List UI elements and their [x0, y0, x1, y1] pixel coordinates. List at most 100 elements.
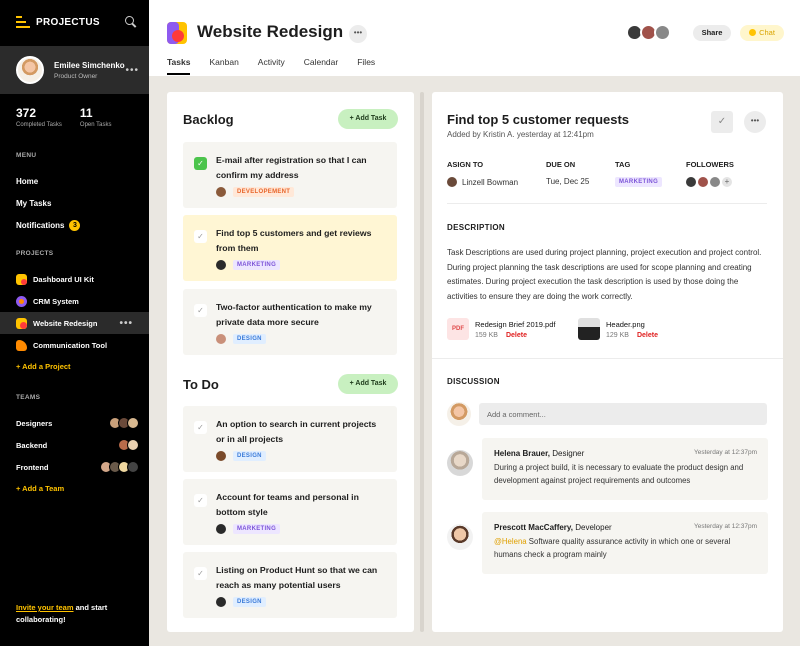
tab-kanban[interactable]: Kanban: [209, 57, 238, 75]
menu-title: MENU: [16, 152, 37, 159]
comment-text: Software quality assurance activity in w…: [494, 537, 731, 559]
add-task-button[interactable]: + Add Task: [338, 374, 398, 394]
delete-link[interactable]: Delete: [637, 332, 658, 339]
chat-icon: [749, 29, 757, 36]
tag-label: TAG: [615, 160, 631, 169]
task-card[interactable]: ✓ Listing on Product Hunt so that we can…: [183, 552, 397, 618]
todo-title: To Do: [183, 376, 219, 392]
task-title: Account for teams and personal in bottom…: [216, 492, 359, 517]
brand-name: PROJECTUS: [36, 16, 100, 28]
avatar: [216, 334, 226, 344]
add-follower-icon[interactable]: +: [722, 177, 732, 187]
team-label: Designers: [16, 418, 53, 428]
check-icon[interactable]: ✓: [194, 494, 207, 507]
teams-title: TEAMS: [16, 394, 41, 401]
header: Website Redesign ••• Share Chat Tasks Ka…: [149, 0, 800, 76]
add-project-link[interactable]: + Add a Project: [0, 356, 149, 376]
more-icon[interactable]: •••: [119, 318, 133, 329]
divider: [432, 358, 783, 359]
user-name: Emilee Simchenko: [54, 60, 125, 70]
check-icon[interactable]: ✓: [194, 567, 207, 580]
comment-author: Helena Brauer,: [494, 449, 551, 458]
task-tag: DESIGN: [233, 334, 266, 344]
avatar: [447, 524, 473, 550]
assign-label: ASIGN TO: [447, 160, 484, 169]
attachment-size: 129 KB: [606, 331, 629, 339]
nav-my-tasks-label: My Tasks: [16, 198, 52, 208]
user-profile[interactable]: Emilee Simchenko Product Owner •••: [0, 46, 149, 94]
task-tag: DESIGN: [233, 451, 266, 461]
more-icon[interactable]: •••: [125, 65, 139, 76]
brand: PROJECTUS: [0, 0, 149, 44]
project-website-redesign[interactable]: Website Redesign •••: [0, 312, 149, 334]
nav-my-tasks[interactable]: My Tasks: [0, 192, 149, 214]
more-icon[interactable]: •••: [349, 25, 367, 43]
search-icon[interactable]: [125, 16, 137, 28]
add-task-button[interactable]: + Add Task: [338, 109, 398, 129]
share-button[interactable]: Share: [693, 25, 731, 41]
team-backend[interactable]: Backend: [0, 434, 149, 456]
avatar: [654, 24, 671, 41]
attachment-name: Redesign Brief 2019.pdf: [475, 319, 556, 329]
tab-tasks[interactable]: Tasks: [167, 57, 191, 75]
task-title: An option to search in current projects …: [216, 419, 377, 444]
task-card[interactable]: ✓ E-mail after registration so that I ca…: [183, 142, 397, 208]
task-title: E-mail after registration so that I can …: [216, 155, 367, 180]
task-detail-title: Find top 5 customer requests: [447, 112, 630, 127]
avatar: [447, 177, 457, 187]
attachment[interactable]: PDF Redesign Brief 2019.pdf 159 KB Delete: [447, 318, 555, 340]
assignee[interactable]: Linzell Bowman: [447, 177, 518, 187]
team-label: Frontend: [16, 462, 49, 472]
invite-team-link[interactable]: Invite your team: [16, 603, 74, 612]
add-team-link[interactable]: + Add a Team: [0, 478, 149, 498]
project-icon: [167, 22, 187, 44]
team-frontend[interactable]: Frontend: [0, 456, 149, 478]
nav-notifications[interactable]: Notifications 3: [0, 214, 149, 236]
attachment[interactable]: Header.png 129 KB Delete: [578, 318, 658, 340]
check-icon[interactable]: ✓: [194, 304, 207, 317]
project-dashboard-ui-kit[interactable]: Dashboard UI Kit: [0, 268, 149, 290]
due-date[interactable]: Tue, Dec 25: [546, 177, 589, 186]
pdf-icon: PDF: [447, 318, 469, 340]
task-tag: MARKETING: [233, 524, 281, 534]
comment-composer: [447, 402, 767, 426]
avatar: [16, 56, 44, 84]
delete-link[interactable]: Delete: [506, 332, 527, 339]
chat-button[interactable]: Chat: [740, 25, 784, 41]
task-card[interactable]: ✓ Account for teams and personal in bott…: [183, 479, 397, 545]
attachment-name: Header.png: [606, 319, 645, 329]
check-icon[interactable]: ✓: [194, 421, 207, 434]
project-icon: [16, 273, 27, 285]
more-icon[interactable]: •••: [744, 111, 766, 133]
comment-time: Yesterday at 12:37pm: [694, 449, 757, 456]
scrollbar[interactable]: [420, 92, 424, 632]
tab-files[interactable]: Files: [357, 57, 375, 75]
todo-header: To Do + Add Task: [183, 373, 398, 395]
check-icon[interactable]: ✓: [194, 157, 207, 170]
nav-home[interactable]: Home: [0, 170, 149, 192]
nav-notifications-label: Notifications: [16, 220, 65, 230]
backlog-title: Backlog: [183, 111, 234, 127]
description: Task Descriptions are used during projec…: [447, 248, 762, 301]
task-card[interactable]: ✓ An option to search in current project…: [183, 406, 397, 472]
comment-author: Prescott MacCaffery,: [494, 523, 573, 532]
members[interactable]: [626, 24, 671, 41]
notification-badge: 3: [69, 219, 81, 231]
followers[interactable]: +: [686, 177, 732, 187]
avatar: [698, 177, 708, 187]
tab-activity[interactable]: Activity: [258, 57, 285, 75]
comment-input[interactable]: [479, 403, 767, 425]
avatar: [686, 177, 696, 187]
check-icon[interactable]: ✓: [194, 230, 207, 243]
task-card[interactable]: ✓ Find top 5 customers and get reviews f…: [183, 215, 397, 281]
project-crm-system[interactable]: CRM System: [0, 290, 149, 312]
tag-field[interactable]: MARKETING: [615, 177, 663, 187]
project-icon: [16, 339, 27, 351]
check-icon[interactable]: ✓: [711, 111, 733, 133]
task-card[interactable]: ✓ Two-factor authentication to make my p…: [183, 289, 397, 355]
tab-calendar[interactable]: Calendar: [304, 57, 339, 75]
team-designers[interactable]: Designers: [0, 412, 149, 434]
comment-mention[interactable]: @Helena: [494, 537, 527, 546]
project-communication-tool[interactable]: Communication Tool: [0, 334, 149, 356]
comment: Prescott MacCaffery, Developer Yesterday…: [447, 512, 768, 574]
